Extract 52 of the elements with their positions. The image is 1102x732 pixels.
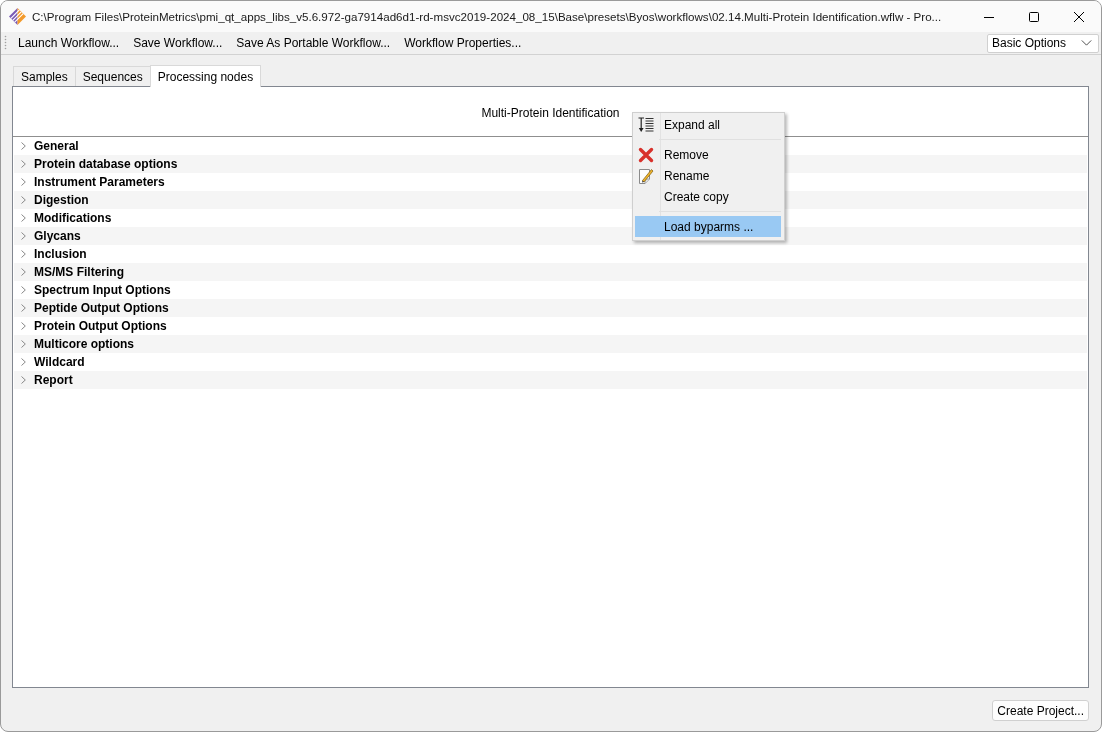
tab[interactable]: Processing nodes xyxy=(149,65,262,87)
chevron-icon[interactable] xyxy=(21,178,26,186)
app-logo-icon xyxy=(9,8,26,25)
window-title: C:\Program Files\ProteinMetrics\pmi_qt_apps_libs_v5.6.972-ga7914ad6d1-rd-msvc2019-2024_08_15\Base\presets\Byos\workflows\02.14.Multi-Protein Identification.wflw - Pro... xyxy=(32,10,942,23)
chevron-icon[interactable] xyxy=(21,142,26,150)
toolbar-action[interactable]: Save Workflow... xyxy=(127,34,229,52)
tab[interactable]: Samples xyxy=(13,66,76,86)
tree-item[interactable]: Wildcard xyxy=(34,355,85,369)
tab[interactable]: Sequences xyxy=(74,66,151,86)
create-project-button[interactable]: Create Project... xyxy=(992,700,1089,721)
tree-item[interactable]: Modifications xyxy=(34,211,112,225)
pencil-paper-icon xyxy=(638,167,654,184)
workflow-title: Multi-Protein Identification xyxy=(481,106,620,120)
chevron-icon[interactable] xyxy=(21,376,26,384)
tree-item[interactable]: Protein Output Options xyxy=(34,319,167,333)
expand-all-icon xyxy=(638,116,654,133)
chevron-icon[interactable] xyxy=(21,286,26,294)
chevron-icon[interactable] xyxy=(21,268,26,276)
chevron-icon[interactable] xyxy=(21,196,26,204)
cross-icon xyxy=(638,146,654,163)
toolbar-action[interactable]: Launch Workflow... xyxy=(12,34,126,52)
tree-item[interactable]: Protein database options xyxy=(34,157,178,171)
menu-item[interactable]: Rename xyxy=(635,165,781,186)
chevron-icon[interactable] xyxy=(21,340,26,348)
maximize-icon xyxy=(1028,11,1039,22)
tree-item[interactable]: Instrument Parameters xyxy=(34,175,165,189)
toolbar-action[interactable]: Workflow Properties... xyxy=(398,34,528,52)
chevron-down-icon xyxy=(1081,40,1092,46)
close-icon xyxy=(1073,11,1084,22)
menu-item[interactable]: Create copy xyxy=(635,186,781,207)
tree-item[interactable]: Glycans xyxy=(34,229,81,243)
chevron-icon[interactable] xyxy=(21,250,26,258)
tree-item[interactable]: General xyxy=(34,139,79,153)
menu-item[interactable]: Expand all xyxy=(635,114,781,135)
toolbar-grip-icon[interactable] xyxy=(4,35,7,51)
tree-item[interactable]: Peptide Output Options xyxy=(34,301,169,315)
tree-item[interactable]: Inclusion xyxy=(34,247,87,261)
menu-item[interactable]: Load byparms ... xyxy=(635,216,781,237)
tree-item[interactable]: Multicore options xyxy=(34,337,134,351)
chevron-icon[interactable] xyxy=(21,358,26,366)
tree-item[interactable]: MS/MS Filtering xyxy=(34,265,124,279)
toolbar-action[interactable]: Save As Portable Workflow... xyxy=(230,34,397,52)
tree-item[interactable]: Report xyxy=(34,373,73,387)
tree-item[interactable]: Spectrum Input Options xyxy=(34,283,171,297)
chevron-icon[interactable] xyxy=(21,322,26,330)
tree-item[interactable]: Digestion xyxy=(34,193,89,207)
options-dropdown[interactable]: Basic Options xyxy=(987,33,1099,53)
chevron-icon[interactable] xyxy=(21,232,26,240)
chevron-icon[interactable] xyxy=(21,160,26,168)
menu-item[interactable]: Remove xyxy=(635,144,781,165)
chevron-icon[interactable] xyxy=(21,214,26,222)
chevron-icon[interactable] xyxy=(21,304,26,312)
